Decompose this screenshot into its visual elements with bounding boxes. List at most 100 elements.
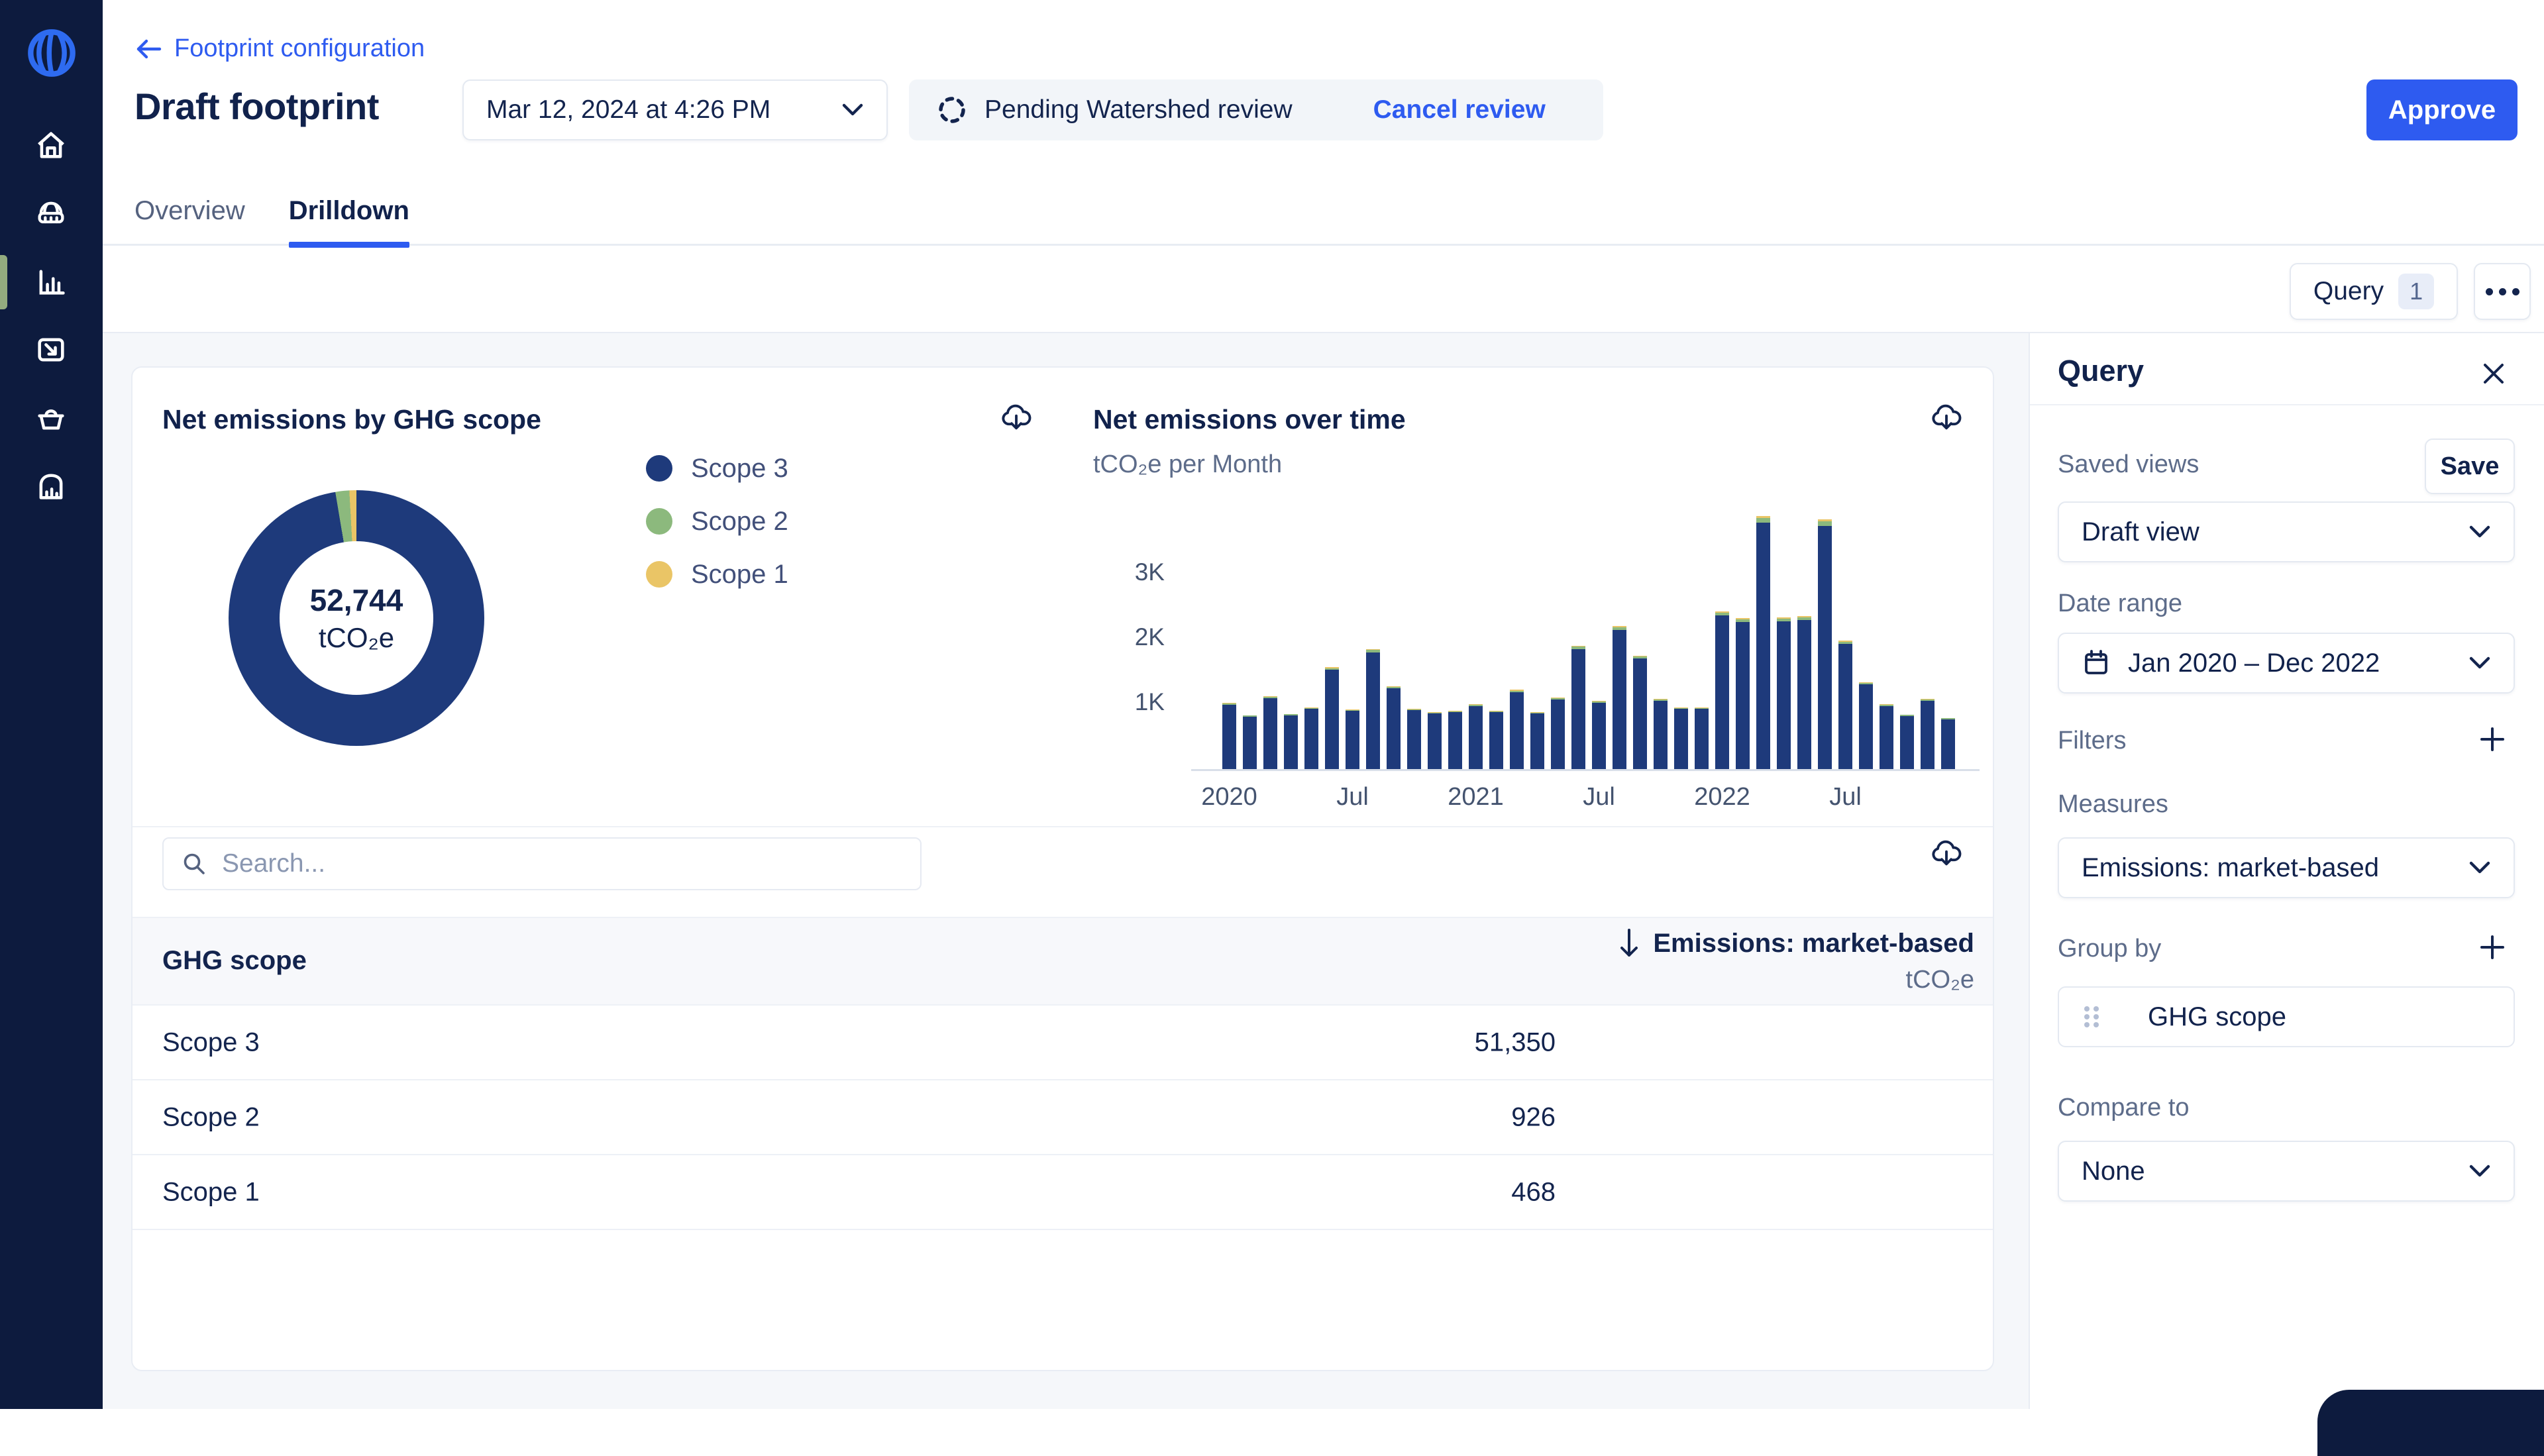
group-by-label: Group by: [2058, 935, 2162, 962]
sidebar-item-marketplace[interactable]: [34, 401, 68, 435]
drag-handle-icon[interactable]: [2079, 1001, 2104, 1033]
ellipsis-icon: [2485, 287, 2493, 295]
back-link-label: Footprint configuration: [174, 34, 425, 62]
add-filter-button[interactable]: [2475, 722, 2510, 756]
bar-oct-2022: [1900, 714, 1914, 769]
bar-feb-2022: [1736, 617, 1750, 769]
x-axis-tick: 2020: [1201, 783, 1257, 811]
column-header-emissions-sort[interactable]: Emissions: market-based: [1617, 926, 1974, 961]
saved-view-select[interactable]: Draft view: [2058, 501, 2515, 562]
cloud-download-icon: [1000, 401, 1033, 434]
more-options-button[interactable]: [2474, 263, 2531, 320]
save-view-button[interactable]: Save: [2425, 439, 2515, 494]
search-icon: [181, 851, 207, 877]
query-panel-divider: [2030, 404, 2544, 405]
bar-sep-2022: [1880, 704, 1893, 769]
row-label: Scope 3: [162, 1027, 260, 1057]
sidebar-item-analytics[interactable]: [34, 264, 68, 299]
query-button-label: Query: [2313, 277, 2384, 305]
bar-jun-2021: [1571, 645, 1585, 769]
chevron-down-icon: [2468, 1164, 2491, 1178]
table-section-divider: [132, 826, 1993, 827]
download-donut-button[interactable]: [999, 400, 1034, 435]
measures-select[interactable]: Emissions: market-based: [2058, 837, 2515, 898]
group-by-item[interactable]: GHG scope: [2058, 986, 2515, 1047]
calendar-icon: [2082, 649, 2111, 678]
date-range-label: Date range: [2058, 590, 2183, 617]
time-chart-subtitle: tCO₂e per Month: [1093, 450, 1283, 478]
bar-aug-2021: [1613, 626, 1626, 769]
donut-chart-title: Net emissions by GHG scope: [162, 404, 541, 435]
sidebar-item-measure[interactable]: [34, 196, 68, 231]
bar-mar-2020: [1263, 696, 1277, 769]
time-chart-title: Net emissions over time: [1093, 404, 1406, 435]
reports-icon: [34, 469, 68, 503]
x-axis-labels: 2020 Jul 2021 Jul 2022 Jul: [1201, 783, 1964, 816]
scope3-legend-dot: [646, 455, 672, 482]
add-group-by-button[interactable]: [2475, 930, 2510, 964]
export-icon: [34, 333, 68, 367]
stacked-bar-chart: [1222, 510, 1964, 769]
bar-jul-2021: [1592, 701, 1606, 769]
bar-mar-2022: [1756, 515, 1770, 769]
date-range-select[interactable]: Jan 2020 – Dec 2022: [2058, 633, 2515, 694]
donut-chart: 52,744 tCO₂e: [229, 490, 484, 746]
version-value: Mar 12, 2024 at 4:26 PM: [486, 95, 771, 124]
plus-icon: [2476, 723, 2508, 755]
tab-drilldown[interactable]: Drilldown: [288, 196, 410, 248]
bar-jun-2020: [1325, 667, 1339, 769]
close-icon[interactable]: [2478, 358, 2510, 390]
x-axis-tick: Jul: [1829, 783, 1862, 811]
donut-total-unit: tCO₂e: [318, 622, 395, 653]
chevron-down-icon: [2468, 656, 2491, 670]
version-select[interactable]: Mar 12, 2024 at 4:26 PM: [462, 79, 888, 140]
donut-legend: Scope 3 Scope 2 Scope 1: [646, 454, 788, 589]
download-time-chart-button[interactable]: [1929, 400, 1964, 435]
bar-dec-2020: [1448, 710, 1462, 769]
saved-view-value: Draft view: [2082, 517, 2200, 546]
query-toggle-button[interactable]: Query 1: [2290, 263, 2458, 320]
compare-to-select[interactable]: None: [2058, 1141, 2515, 1202]
bar-aug-2022: [1859, 682, 1873, 769]
bar-jan-2022: [1715, 611, 1729, 769]
tab-bar: Overview Drilldown: [134, 196, 410, 248]
row-value: 926: [1511, 1102, 1556, 1131]
bar-may-2021: [1551, 698, 1565, 769]
breadcrumb-back-link[interactable]: Footprint configuration: [134, 34, 425, 63]
bar-nov-2021: [1674, 707, 1688, 769]
bar-chart-icon: [34, 264, 68, 299]
review-status-text: Pending Watershed review: [984, 95, 1293, 124]
bar-nov-2022: [1921, 699, 1934, 769]
bar-may-2022: [1797, 615, 1811, 769]
bar-may-2020: [1304, 707, 1318, 769]
table-row: Scope 1 468: [132, 1155, 1993, 1230]
chevron-down-icon: [2468, 860, 2491, 875]
pending-spinner-icon: [937, 95, 967, 125]
chat-launcher-button[interactable]: [2317, 1390, 2544, 1456]
bar-oct-2021: [1654, 699, 1668, 769]
download-table-button[interactable]: [1929, 836, 1964, 870]
basket-icon: [34, 401, 68, 435]
sidebar-item-export[interactable]: [34, 333, 68, 367]
legend-item-scope1: Scope 1: [646, 560, 788, 589]
measures-label: Measures: [2058, 790, 2168, 818]
table-row: Scope 3 51,350: [132, 1006, 1993, 1080]
approve-button[interactable]: Approve: [2366, 79, 2518, 140]
search-input[interactable]: [222, 849, 903, 878]
compare-to-label: Compare to: [2058, 1094, 2190, 1121]
sidebar-item-home[interactable]: [34, 128, 68, 162]
table-search[interactable]: [162, 837, 922, 890]
bar-aug-2020: [1366, 649, 1380, 769]
home-icon: [34, 128, 68, 162]
sort-descending-icon: [1617, 926, 1641, 961]
bar-sep-2020: [1387, 686, 1401, 769]
tab-overview[interactable]: Overview: [134, 196, 245, 246]
cancel-review-link[interactable]: Cancel review: [1373, 95, 1546, 125]
x-axis-line: [1191, 769, 1980, 771]
bar-mar-2021: [1510, 690, 1524, 769]
sidebar: [0, 0, 103, 1409]
bar-sep-2021: [1633, 655, 1647, 769]
sidebar-item-reports[interactable]: [34, 469, 68, 503]
bar-apr-2021: [1530, 711, 1544, 769]
cloud-download-icon: [1930, 401, 1963, 434]
